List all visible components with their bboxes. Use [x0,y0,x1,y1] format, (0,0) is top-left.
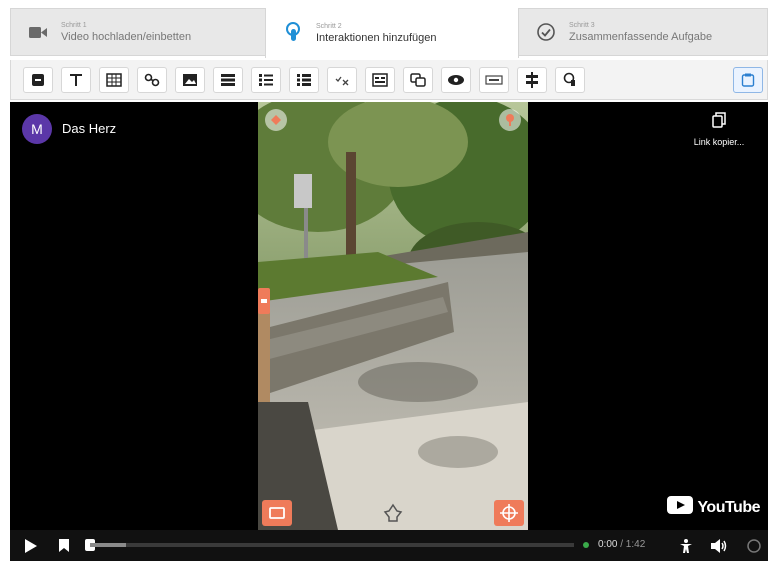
interaction-toolbar [10,60,768,100]
hotspot-bottom-center[interactable] [382,502,404,529]
multiple-choice-tool-button[interactable] [289,66,319,93]
step-1-upload-video[interactable]: Schritt 1 Video hochladen/einbetten [11,9,265,55]
drag-text-icon [485,74,503,86]
bookmark-icon[interactable] [58,538,70,553]
youtube-logo[interactable]: YouTube [667,496,760,519]
current-time: 0:00 [598,539,618,550]
link-icon [144,73,160,87]
bookmark-panel-icon [741,73,755,87]
progress-buffered [90,543,126,547]
crossroads-icon [525,71,539,88]
video-title[interactable]: Das Herz [62,121,116,136]
step-number: Schritt 2 [316,22,342,30]
mark-words-icon [447,74,465,86]
step-number: Schritt 1 [61,21,87,29]
duration: / 1:42 [620,539,646,550]
hotspot-top-left[interactable] [264,108,288,137]
video-camera-icon [25,19,51,45]
statements-icon [220,73,236,87]
table-tool-button[interactable] [99,66,129,93]
copy-icon [712,112,726,133]
step-2-add-interactions[interactable]: Schritt 2 Interaktionen hinzufügen [265,8,519,58]
crossroads-tool-button[interactable] [517,66,547,93]
accessibility-icon[interactable] [678,538,694,554]
single-choice-icon [258,73,274,87]
drag-drop-tool-button[interactable] [403,66,433,93]
image-icon [182,73,198,87]
fill-blanks-icon [372,72,388,87]
link-tool-button[interactable] [137,66,167,93]
hotspot-top-right[interactable] [498,108,522,137]
fullscreen-icon[interactable] [746,538,762,554]
fill-blanks-tool-button[interactable] [365,66,395,93]
table-icon [106,72,122,87]
player-controls: 0:00 / 1:42 [10,530,768,561]
touch-icon [280,20,306,46]
drag-text-tool-button[interactable] [479,66,509,93]
text-icon [69,73,83,87]
check-circle-icon [533,19,559,45]
statements-tool-button[interactable] [213,66,243,93]
image-tool-button[interactable] [175,66,205,93]
true-false-tool-button[interactable] [327,66,357,93]
hotspot-left-edge[interactable] [258,288,270,319]
navigation-hotspot-tool-button[interactable] [555,66,585,93]
drag-drop-icon [410,72,426,87]
youtube-wordmark: YouTube [697,498,760,516]
youtube-play-icon [667,496,694,519]
step-3-summary-task[interactable]: Schritt 3 Zusammenfassende Aufgabe [519,9,767,55]
step-label: Video hochladen/einbetten [61,30,192,43]
live-indicator-icon [582,541,590,549]
time-display: 0:00 / 1:42 [598,539,645,550]
navigation-hotspot-icon [563,72,577,88]
true-false-icon [334,73,350,87]
copy-link-label: Link kopier... [693,137,745,147]
label-tool-button[interactable] [23,66,53,93]
multiple-choice-icon [296,73,312,87]
hotspot-bottom-right[interactable] [494,500,524,530]
mark-words-tool-button[interactable] [441,66,471,93]
step-number: Schritt 3 [569,21,595,29]
progress-bar[interactable] [90,543,574,547]
text-tool-button[interactable] [61,66,91,93]
label-icon [31,73,45,87]
volume-icon[interactable] [710,538,728,554]
play-icon[interactable] [24,538,38,554]
copy-link-button[interactable]: Link kopier... [684,112,754,147]
step-label: Zusammenfassende Aufgabe [569,30,713,43]
channel-avatar[interactable]: M [22,114,52,144]
video-player[interactable]: M Das Herz Link kopier... YouTube 0:00 /… [10,102,768,561]
step-label: Interaktionen hinzufügen [316,31,437,44]
hotspot-bottom-left[interactable] [262,500,292,530]
video-frame [258,102,528,530]
wizard-steps: Schritt 1 Video hochladen/einbetten Schr… [10,8,768,58]
bookmarks-panel-button[interactable] [733,67,763,93]
single-choice-tool-button[interactable] [251,66,281,93]
